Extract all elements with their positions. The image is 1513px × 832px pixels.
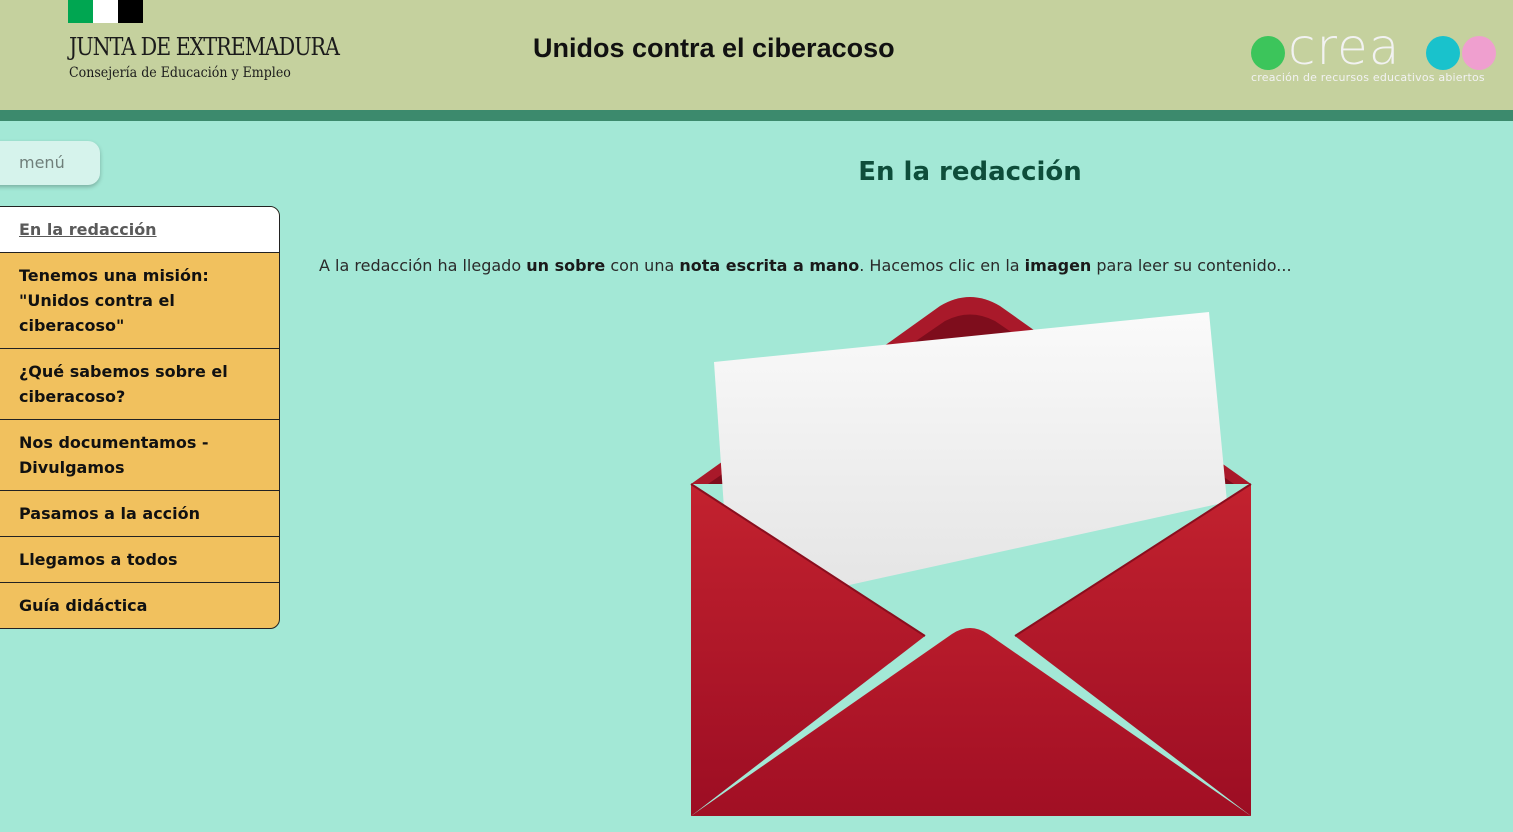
- intro-bold-nota: nota escrita a mano: [679, 256, 860, 275]
- envelope-with-letter-icon[interactable]: [690, 296, 1252, 816]
- crea-tagline: creación de recursos educativos abiertos: [1251, 71, 1485, 84]
- flag-stripe-white: [93, 0, 118, 23]
- page-title: En la redacción: [858, 157, 1082, 187]
- crea-dot-pink-icon: [1462, 36, 1496, 70]
- nav-item-llegamos-a-todos[interactable]: Llegamos a todos: [0, 536, 279, 582]
- intro-text-2: con una: [605, 256, 680, 275]
- flag-stripe-green: [68, 0, 93, 23]
- intro-bold-imagen: imagen: [1024, 256, 1092, 275]
- crea-logo[interactable]: crea creación de recursos educativos abi…: [1250, 18, 1500, 90]
- flag-stripe-black: [118, 0, 143, 23]
- junta-logo-subtitle: Consejería de Educación y Empleo: [69, 65, 291, 81]
- nav-item-tenemos-una-mision[interactable]: Tenemos una misión: "Unidos contra el ci…: [0, 252, 279, 348]
- nav-item-guia-didactica[interactable]: Guía didáctica: [0, 582, 279, 628]
- sidebar-nav: En la redacción Tenemos una misión: "Uni…: [0, 206, 280, 629]
- intro-bold-sobre: un sobre: [526, 256, 606, 275]
- nav-item-pasamos-a-la-accion[interactable]: Pasamos a la acción: [0, 490, 279, 536]
- crea-dot-cyan-icon: [1426, 36, 1460, 70]
- nav-item-que-sabemos[interactable]: ¿Qué sabemos sobre el ciberacoso?: [0, 348, 279, 419]
- nav-item-nos-documentamos[interactable]: Nos documentamos - Divulgamos: [0, 419, 279, 490]
- nav-item-en-la-redaccion[interactable]: En la redacción: [0, 207, 279, 252]
- crea-dot-green-icon: [1251, 36, 1285, 70]
- intro-text-4: para leer su contenido...: [1091, 256, 1292, 275]
- site-title: Unidos contra el ciberacoso: [533, 33, 895, 63]
- site-header: JUNTA DE EXTREMADURA Consejería de Educa…: [0, 0, 1513, 110]
- intro-text-1: A la redacción ha llegado: [319, 256, 527, 275]
- crea-wordmark: crea: [1288, 18, 1401, 76]
- extremadura-flag-icon: [68, 0, 143, 23]
- intro-text-3: . Hacemos clic en la: [859, 256, 1025, 275]
- junta-logo-name[interactable]: JUNTA DE EXTREMADURA: [69, 33, 340, 61]
- menu-toggle-button[interactable]: menú: [0, 141, 100, 185]
- intro-paragraph: A la redacción ha llegado un sobre con u…: [319, 256, 1469, 275]
- header-divider-band: [0, 110, 1513, 121]
